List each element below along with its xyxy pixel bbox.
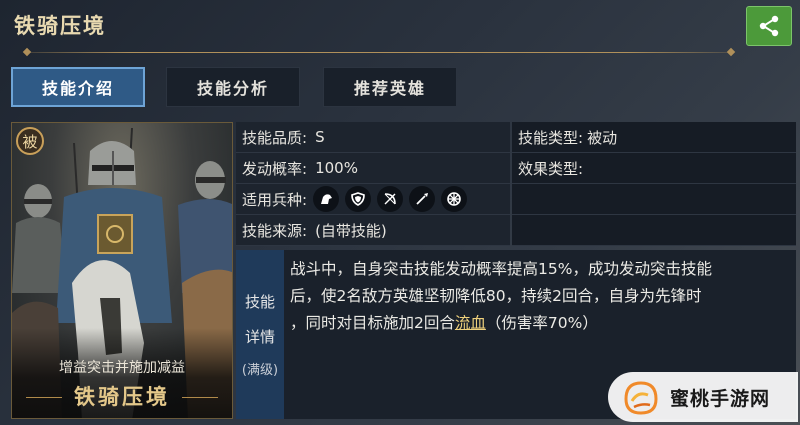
spear-icon: [409, 186, 436, 212]
watermark-text: 蜜桃手游网: [670, 387, 771, 410]
detail-label-line1: 技能: [244, 293, 275, 311]
empty-cell-2: [512, 215, 796, 246]
effect-type-label: 效果类型:: [518, 159, 584, 178]
troop-types-label: 适用兵种:: [242, 190, 308, 209]
passive-badge: 被: [16, 127, 44, 155]
detail-text-line2: 后，使2名敌方英雄坚韧降低80，持续2回合，自身为先锋时: [290, 287, 702, 305]
card-name-ornament-right: [182, 397, 218, 398]
trigger-rate-label: 发动概率:: [242, 159, 308, 178]
tab-recommended-heroes[interactable]: 推荐英雄: [323, 67, 457, 107]
title-divider: [24, 52, 734, 53]
skill-type-value: 被动: [587, 128, 618, 147]
skill-info-grid: 技能品质: S 技能类型: 被动 发动概率: 100% 效果类型: 适用兵种:: [236, 122, 796, 246]
share-icon: [759, 15, 779, 37]
skill-type-label: 技能类型:: [518, 128, 584, 147]
detail-text-line3: ，同时对目标施加2回合流血（伤害率70%）: [290, 310, 790, 337]
skill-source-label: 技能来源:: [242, 221, 308, 240]
skill-quality-cell: 技能品质: S: [236, 122, 510, 153]
detail-label-line3: (满级): [241, 363, 279, 378]
tab-skill-intro[interactable]: 技能介绍: [11, 67, 145, 107]
skill-quality-label: 技能品质:: [242, 128, 308, 147]
detail-text-line1: 战斗中，自身突击技能发动概率提高15%，成功发动突击技能: [290, 260, 712, 278]
tab-skill-analysis[interactable]: 技能分析: [166, 67, 300, 107]
troop-types-cell: 适用兵种:: [236, 184, 510, 215]
cavalry-icon: [313, 186, 340, 212]
bleed-status-link[interactable]: 流血: [455, 314, 486, 332]
trigger-rate-value: 100%: [315, 159, 358, 177]
detail-text-line3-pre: ，同时对目标施加2回合: [290, 314, 455, 332]
skill-card: 被 增益突击并施加减益 铁骑压境: [11, 122, 233, 419]
share-button[interactable]: [746, 6, 792, 46]
trigger-rate-cell: 发动概率: 100%: [236, 153, 510, 184]
site-watermark: 蜜桃手游网: [608, 372, 798, 422]
empty-cell: [512, 184, 796, 215]
effect-type-cell: 效果类型:: [512, 153, 796, 184]
page-title: 铁骑压境: [14, 14, 106, 38]
skill-quality-value: S: [315, 128, 325, 146]
skill-source-cell: 技能来源: (自带技能): [236, 215, 510, 246]
detail-text-line3-post: （伤害率70%）: [485, 314, 598, 332]
skill-source-value: (自带技能): [315, 221, 387, 240]
skill-type-cell: 技能类型: 被动: [512, 122, 796, 153]
shield-icon: [345, 186, 372, 212]
peach-logo-icon: [624, 381, 658, 415]
card-skill-name: 铁骑压境: [74, 385, 170, 409]
detail-label-line2: 详情: [244, 328, 275, 346]
bow-icon: [377, 186, 404, 212]
skill-detail-label: 技能 详情 (满级): [236, 250, 284, 419]
card-subtitle: 增益突击并施加减益: [59, 360, 185, 376]
wheel-icon: [441, 186, 468, 212]
